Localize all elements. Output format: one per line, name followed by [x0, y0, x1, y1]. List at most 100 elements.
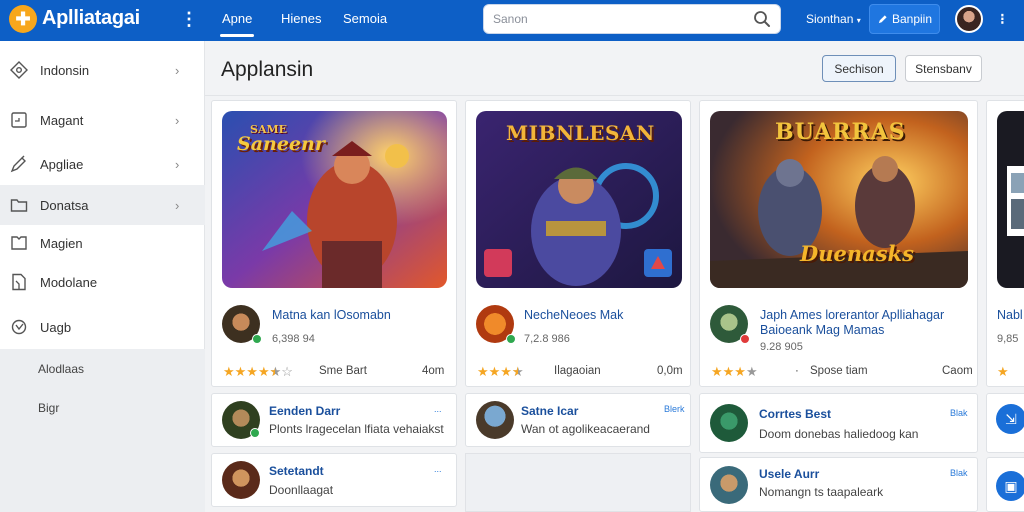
app-name[interactable]: Aplliatagai [42, 7, 140, 30]
tag-icon [10, 155, 26, 173]
app-avatar [710, 404, 748, 442]
list-item-name: Usele Aurr [759, 467, 820, 481]
sidebar-item-indonsin[interactable]: Indonsin › [0, 50, 205, 90]
sidebar-subitem-alodlaas[interactable]: Alodlaas [0, 349, 205, 389]
list-item-desc: Wan ot agolikeacaerand [521, 422, 650, 436]
app-avatar [710, 466, 748, 504]
list-item[interactable]: Eenden Darr Plonts lragecelan lfiata veh… [211, 393, 457, 447]
app-name[interactable]: Japh Ames lorerantor Aplliahagar Baioean… [760, 308, 970, 338]
status-badge-icon [740, 334, 750, 344]
logo-glyph: ✚ [15, 8, 31, 29]
list-item[interactable]: Satne Icar Wan ot agolikeacaerand Blerk [465, 393, 691, 447]
sidebar-item-label: Magant [40, 112, 84, 128]
chevron-right-icon: › [175, 62, 180, 78]
list-item-meta: ... [434, 404, 442, 414]
sidebar-item-label: Donatsa [40, 197, 89, 213]
chevron-right-icon: › [175, 112, 180, 128]
sidebar-item-magant[interactable]: Magant › [0, 100, 205, 140]
hero-image [997, 111, 1024, 288]
sidebar-item-modolane[interactable]: Modolane [0, 262, 205, 302]
list-item-name: Satne Icar [521, 404, 579, 418]
tab-hienes[interactable]: Hienes [281, 11, 321, 26]
verified-badge-icon [250, 428, 260, 438]
dropdown-label: Sionthan [806, 12, 854, 26]
folder-icon [10, 199, 28, 212]
primary-header-button[interactable]: Sechison [822, 55, 896, 82]
secondary-header-button[interactable]: Stensbanv [905, 55, 982, 82]
list-item-meta: Blak [950, 408, 968, 418]
featured-card[interactable]: Nabl 9,85 ★ [986, 100, 1024, 387]
top-bar: ✚ Aplliatagai ⋮ Apne Hienes Semoia Siont… [0, 0, 1024, 41]
sidebar-subitem-bigr[interactable]: Bigr [0, 388, 205, 428]
hero-title: Saneenr [237, 133, 325, 155]
bookmark-icon [11, 236, 27, 250]
tab-semoia[interactable]: Semoia [343, 11, 387, 26]
sidebar-subitem-label: Bigr [38, 401, 60, 415]
rating-label: Spose tiam [810, 365, 868, 377]
sidebar-item-label: Magien [40, 235, 83, 251]
featured-card[interactable]: BUARRAS Duenasks Japh Ames lorerantor Ap… [699, 100, 978, 387]
toolbar-dropdown[interactable]: Sionthan ▾ [806, 12, 861, 26]
half-star-icon: ★★ [269, 364, 282, 379]
app-size: 9,85 [997, 333, 1019, 345]
sidebar-item-apgliae[interactable]: Apgliae › [0, 144, 205, 184]
star-rating: ★★★★ [711, 364, 758, 379]
list-item[interactable]: ⇲ [986, 393, 1024, 453]
gear-icon [11, 319, 27, 335]
sidebar-item-uagb[interactable]: Uagb [0, 307, 205, 347]
list-item[interactable]: ▣ [986, 457, 1024, 512]
star-rating: ★★★★★ [477, 364, 524, 379]
list-item-name: Corrtes Best [759, 407, 832, 421]
list-item-desc: Doom donebas haliedoog kan [759, 427, 919, 441]
app-name[interactable]: NecheNeoes Mak [524, 308, 623, 323]
sidebar-item-label: Uagb [40, 319, 72, 335]
header-divider [205, 95, 1024, 96]
app-size: 6,398 94 [272, 333, 315, 345]
list-item-meta: Blerk [664, 404, 685, 414]
box-icon: ▣ [996, 471, 1024, 501]
list-item-meta: Blak [950, 468, 968, 478]
rating-label: Ilagaoian [554, 365, 601, 377]
hero-image: BUARRAS Duenasks [710, 111, 968, 288]
app-avatar [476, 401, 514, 439]
more-vertical-icon[interactable]: ⋮ [180, 9, 198, 30]
link-icon: ⇲ [996, 404, 1024, 434]
sidebar-item-donatsa[interactable]: Donatsa › [0, 185, 205, 225]
featured-card[interactable]: SAME Saneenr Matna kan lOsomabn 6,398 94… [211, 100, 457, 387]
list-item-desc: Nomangn ts taapaleark [759, 485, 884, 499]
toolbar-button-label: Banpiin [891, 12, 933, 26]
verified-badge-icon [252, 334, 262, 344]
app-avatar [222, 461, 260, 499]
tab-apne[interactable]: Apne [219, 11, 255, 37]
sidebar-item-label: Apgliae [40, 156, 84, 172]
overflow-menu-icon[interactable]: ⁝ [1000, 10, 1005, 28]
user-avatar[interactable] [955, 5, 983, 33]
search-input[interactable] [493, 5, 743, 33]
sidebar-item-magien[interactable]: Magien [0, 223, 205, 263]
toolbar-button[interactable]: Banpiin [869, 4, 940, 34]
app-name[interactable]: Nabl [997, 308, 1023, 323]
rating-value: Caom [942, 365, 973, 377]
app-name[interactable]: Matna kan lOsomabn [272, 308, 391, 323]
sidebar-subitem-label: Alodlaas [38, 362, 85, 376]
rating-value: 4om [422, 365, 445, 377]
app-logo-icon[interactable]: ✚ [9, 5, 37, 33]
rating-marker: · [795, 365, 799, 377]
pen-icon [878, 14, 887, 23]
featured-card[interactable]: MIBNLESAN NecheNeoes Mak 7,2.8 986 ★★★★★… [465, 100, 691, 387]
list-item-desc: Doonllaagat [269, 483, 334, 497]
star-rating: ★ [997, 364, 1009, 379]
chevron-right-icon: › [175, 156, 180, 172]
list-item[interactable]: Corrtes Best Doom donebas haliedoog kan … [699, 393, 978, 453]
search-icon[interactable] [753, 10, 771, 33]
verified-badge-icon [506, 334, 516, 344]
file-icon [11, 112, 27, 128]
search-box [483, 4, 781, 34]
star-rating: ★★★★★★☆ [223, 364, 293, 379]
caret-down-icon: ▾ [856, 16, 861, 25]
list-item[interactable]: Usele Aurr Nomangn ts taapaleark Blak [699, 457, 978, 512]
rating-label: Sme Bart [319, 365, 367, 377]
list-item[interactable]: Setetandt Doonllaagat ... [211, 453, 457, 507]
page-title: Applansin [221, 58, 314, 81]
sidebar-item-label: Indonsin [40, 62, 90, 78]
